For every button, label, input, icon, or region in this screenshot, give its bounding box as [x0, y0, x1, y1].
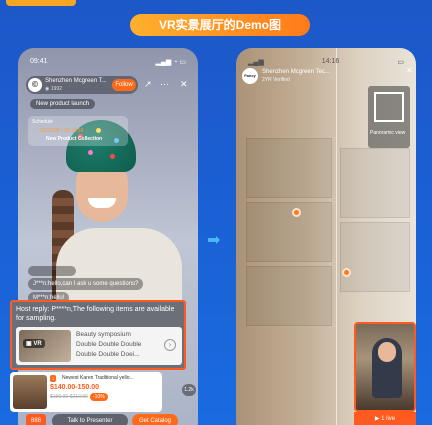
host-reply-text: Host reply: P****n,The following items a…	[16, 306, 175, 322]
sample-item-thumbnail: ▣ VR	[19, 330, 71, 362]
close-icon[interactable]: ✕	[180, 79, 188, 90]
shop-logo: ©	[28, 78, 42, 92]
banner-title: VR实景展厅的Demo图	[130, 14, 310, 36]
schedule-card[interactable]: Schedule 10:22:08 - 10:13:59 New Product…	[28, 116, 128, 146]
launch-pill[interactable]: New product launch	[30, 99, 96, 109]
more-icon[interactable]: ···	[160, 79, 169, 89]
vr-badge: ▣ VR	[23, 339, 45, 348]
product-tag: 1	[50, 375, 57, 382]
status-icons: ▂▄▆ ◔ ▭	[155, 59, 186, 66]
status-time: 14:16	[321, 58, 340, 65]
gift-badge[interactable]: 888	[26, 414, 46, 425]
right-phone-screen: ▂▄▆ 14:16 ▭ Fancy Shenzhen Mcgreen Tec..…	[236, 48, 416, 425]
shop-name: Shenzhen Mcgreen T...	[45, 78, 107, 84]
sample-item-card[interactable]: ▣ VR Beauty symposium Double Double Doub…	[16, 327, 182, 365]
schedule-label: Schedule	[32, 119, 53, 125]
like-count: 1.2k	[182, 384, 196, 396]
schedule-time: 10:22:08 - 10:13:59	[40, 128, 84, 134]
panorama-label: Panoramic view	[370, 130, 406, 136]
shop-name: Shenzhen Mcgreen Tec...	[262, 69, 330, 75]
product-discount: -10%	[90, 393, 108, 401]
product-thumbnail	[13, 375, 47, 409]
share-icon[interactable]: ↗	[144, 79, 152, 90]
top-strip	[0, 0, 432, 12]
status-bar: ▂▄▆ 14:16 ▭	[248, 58, 404, 66]
shop-views: ◉ 1992	[45, 86, 62, 92]
shop-chip[interactable]: © Shenzhen Mcgreen T... ◉ 1992 Follow	[26, 76, 138, 94]
product-old-price: $190.00-$210.00	[50, 394, 88, 400]
floorplan-icon	[374, 92, 404, 122]
shop-header[interactable]: Fancy Shenzhen Mcgreen Tec... 2YR Verifi…	[242, 68, 352, 86]
live-video-label[interactable]: ▶ 1 live	[354, 412, 416, 425]
chat-message-placeholder	[28, 266, 76, 276]
sample-item-line: Double Double Doei...	[76, 351, 140, 358]
arrow-right-icon: ➡	[207, 232, 221, 249]
shop-header: © Shenzhen Mcgreen T... ◉ 1992 Follow ↗ …	[26, 76, 196, 94]
status-signal-icon: ▂▄▆	[248, 59, 264, 66]
shop-verified: 2YR Verified	[262, 77, 290, 83]
live-video-window[interactable]	[354, 322, 416, 412]
get-catalog-button[interactable]: Get Catalog	[132, 414, 178, 425]
product-name: Newest Karen Traditional yello...	[62, 375, 134, 381]
status-time: 09:41	[30, 58, 48, 65]
product-card[interactable]: 1 Newest Karen Traditional yello... $140…	[10, 372, 162, 412]
status-battery-icon: ▭	[397, 59, 404, 66]
hotspot-marker[interactable]	[342, 268, 351, 277]
shop-logo: Fancy	[242, 68, 258, 84]
sample-item-line: Double Double Double	[76, 341, 142, 348]
chevron-right-icon[interactable]: ›	[164, 339, 176, 351]
hotspot-marker[interactable]	[292, 208, 301, 217]
close-icon[interactable]: ✕	[406, 66, 413, 75]
product-price: $140.00-150.00	[50, 384, 100, 391]
follow-button[interactable]: Follow	[112, 79, 136, 91]
status-bar: 09:41 ▂▄▆ ◔ ▭	[30, 58, 186, 66]
chat-message: J***n:hello,can I ask u some questions?	[28, 278, 144, 290]
sample-item-line: Beauty symposium	[76, 331, 131, 338]
panorama-button[interactable]: Panoramic view	[368, 86, 410, 148]
top-strip-accent	[6, 0, 76, 6]
schedule-title: New Product Collection	[46, 136, 103, 142]
talk-to-presenter-button[interactable]: Talk to Presenter	[52, 414, 128, 425]
host-reply-box: Host reply: P****n,The following items a…	[10, 300, 186, 370]
